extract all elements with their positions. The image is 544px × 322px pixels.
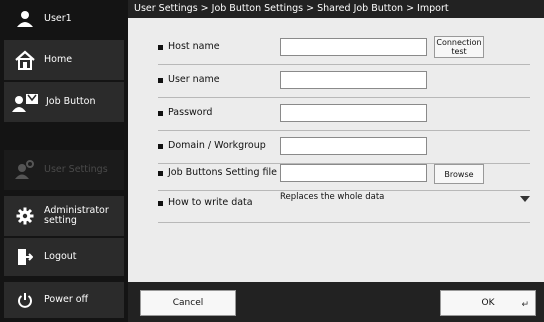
ok-button[interactable]: OK ↵ <box>440 290 536 316</box>
sidebar-item-label: Home <box>44 54 73 65</box>
footer-bar: Cancel OK ↵ <box>128 282 544 322</box>
main-panel: User Settings > Job Button Settings > Sh… <box>128 0 544 322</box>
write-mode-value: Replaces the whole data <box>280 192 385 202</box>
sidebar-item-home[interactable]: Home <box>4 40 124 80</box>
chevron-down-icon <box>520 196 530 202</box>
breadcrumb: User Settings > Job Button Settings > Sh… <box>128 0 544 18</box>
sidebar-item-power-off[interactable]: Power off <box>4 282 124 318</box>
host-name-input[interactable] <box>280 38 427 56</box>
password-input[interactable] <box>280 104 427 122</box>
sidebar-item-label: Logout <box>44 251 77 262</box>
import-form: Host name Connection test User name Pass… <box>128 18 544 280</box>
ok-label: OK <box>481 298 495 308</box>
cancel-button[interactable]: Cancel <box>140 290 236 316</box>
domain-input[interactable] <box>280 137 427 155</box>
sidebar-item-logout[interactable]: Logout <box>4 238 124 276</box>
sidebar-item-label: Job Button <box>46 96 96 107</box>
user-settings-icon <box>14 159 36 181</box>
bullet-marker <box>158 144 163 149</box>
sidebar-item-job-button[interactable]: Job Button <box>4 82 124 122</box>
bullet-marker <box>158 78 163 83</box>
sidebar-item-administrator-setting[interactable]: Administrator setting <box>4 196 124 236</box>
home-icon <box>14 49 36 71</box>
enter-icon: ↵ <box>521 300 529 310</box>
password-row: Password <box>158 98 530 131</box>
write-mode-row: How to write data Replaces the whole dat… <box>158 190 530 223</box>
sidebar-item-label: Administrator setting <box>44 205 109 226</box>
bullet-marker <box>158 171 163 176</box>
domain-label: Domain / Workgroup <box>168 140 266 151</box>
user-icon <box>14 8 36 30</box>
job-button-icon <box>12 91 40 113</box>
user-name-label: User name <box>168 74 220 85</box>
browse-button[interactable]: Browse <box>434 164 484 184</box>
settings-file-input[interactable] <box>280 164 427 182</box>
sidebar-item-user-settings: User Settings <box>4 150 124 190</box>
host-name-row: Host name Connection test <box>158 32 530 65</box>
cancel-label: Cancel <box>172 298 204 308</box>
gear-icon <box>14 205 36 227</box>
bullet-marker <box>158 45 163 50</box>
sidebar-item-label: Power off <box>44 294 89 305</box>
bullet-marker <box>158 201 163 206</box>
power-icon <box>14 289 36 311</box>
host-name-label: Host name <box>168 41 220 52</box>
settings-file-label: Job Buttons Setting file <box>168 167 277 178</box>
user-name: User1 <box>44 13 72 24</box>
write-mode-label: How to write data <box>168 197 253 208</box>
connection-test-button[interactable]: Connection test <box>434 36 484 58</box>
sidebar-item-label: User Settings <box>44 164 108 175</box>
sidebar: User1 Home Job Button User Settings Admi… <box>0 0 128 322</box>
user-name-input[interactable] <box>280 71 427 89</box>
password-label: Password <box>168 107 213 118</box>
settings-file-row: Job Buttons Setting file Browse <box>158 158 530 191</box>
user-indicator: User1 <box>4 0 124 38</box>
bullet-marker <box>158 111 163 116</box>
user-name-row: User name <box>158 65 530 98</box>
write-mode-select[interactable]: Replaces the whole data <box>278 190 532 214</box>
logout-icon <box>14 246 36 268</box>
